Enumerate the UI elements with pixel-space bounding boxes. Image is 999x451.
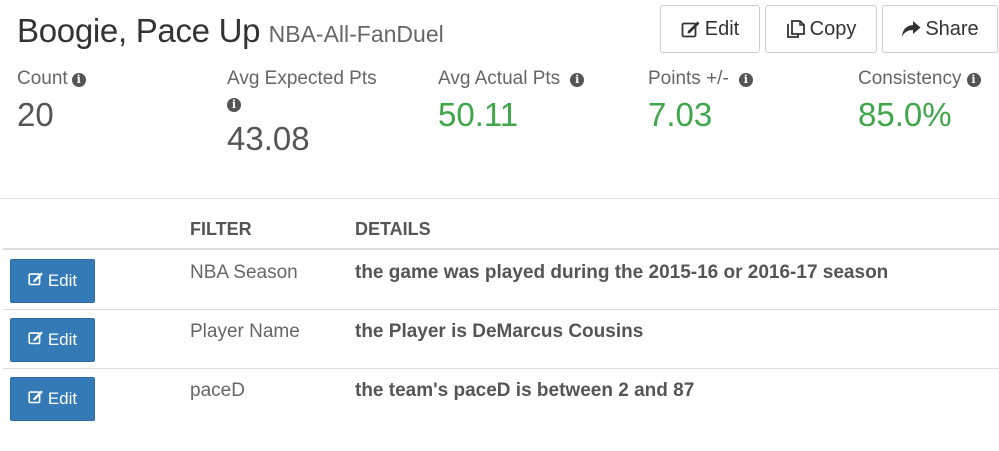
filter-details: the game was played during the 2015-16 o… <box>355 262 889 283</box>
copy-button-label: Copy <box>809 17 857 40</box>
share-button[interactable]: Share <box>882 5 998 53</box>
filter-name: paceD <box>190 380 245 401</box>
stat-value: 50.11 <box>438 96 519 133</box>
share-icon <box>901 20 921 38</box>
stat-value: 20 <box>17 96 54 133</box>
column-header-filter: FILTER <box>190 219 252 239</box>
edit-filter-label: Edit <box>47 271 78 290</box>
edit-icon <box>681 20 701 38</box>
copy-button[interactable]: Copy <box>765 5 877 53</box>
stat-label: Count <box>17 68 68 89</box>
row-divider <box>3 309 999 310</box>
filter-details: the team's paceD is between 2 and 87 <box>355 380 695 401</box>
edit-filter-label: Edit <box>47 389 78 408</box>
page-title: Boogie, Pace Up NBA-All-FanDuel <box>17 12 444 50</box>
section-divider <box>0 198 999 199</box>
info-icon[interactable]: i <box>227 98 241 112</box>
stat-value: 43.08 <box>227 120 310 157</box>
edit-filter-button[interactable]: Edit <box>10 377 95 421</box>
stat-value: 7.03 <box>648 96 713 133</box>
sport-site-label: NBA-All-FanDuel <box>268 21 444 47</box>
edit-filter-label: Edit <box>47 330 78 349</box>
stat-label: Avg Actual Pts <box>438 68 561 89</box>
filter-details: the Player is DeMarcus Cousins <box>355 321 644 342</box>
stat-count: Count i 20 <box>17 68 86 134</box>
edit-icon <box>28 330 44 350</box>
stat-label: Consistency <box>858 68 962 89</box>
stat-points-plus-minus: Points +/- i 7.03 <box>648 68 753 134</box>
filter-name: Player Name <box>190 321 300 342</box>
edit-button[interactable]: Edit <box>660 5 760 53</box>
copy-icon <box>786 19 806 39</box>
table-header-divider <box>3 248 999 250</box>
system-name: Boogie, Pace Up <box>17 12 261 49</box>
edit-button-label: Edit <box>704 17 740 40</box>
info-icon[interactable]: i <box>966 73 981 87</box>
filter-name: NBA Season <box>190 262 298 283</box>
info-icon[interactable]: i <box>570 73 585 87</box>
info-icon[interactable]: i <box>71 73 86 87</box>
edit-icon <box>28 271 44 291</box>
edit-filter-button[interactable]: Edit <box>10 259 95 303</box>
edit-filter-button[interactable]: Edit <box>10 318 95 362</box>
column-header-details: DETAILS <box>355 219 431 239</box>
edit-icon <box>28 389 44 409</box>
stat-avg-expected-pts: Avg Expected Pts i 43.08 <box>227 68 377 158</box>
stat-consistency: Consistency i 85.0% <box>858 68 981 134</box>
info-icon[interactable]: i <box>738 73 753 87</box>
stat-avg-actual-pts: Avg Actual Pts i 50.11 <box>438 68 585 134</box>
row-divider <box>3 368 999 369</box>
stat-label: Avg Expected Pts <box>227 68 377 89</box>
share-button-label: Share <box>925 17 979 40</box>
stat-label: Points +/- <box>648 68 729 89</box>
stat-value: 85.0% <box>858 96 952 133</box>
